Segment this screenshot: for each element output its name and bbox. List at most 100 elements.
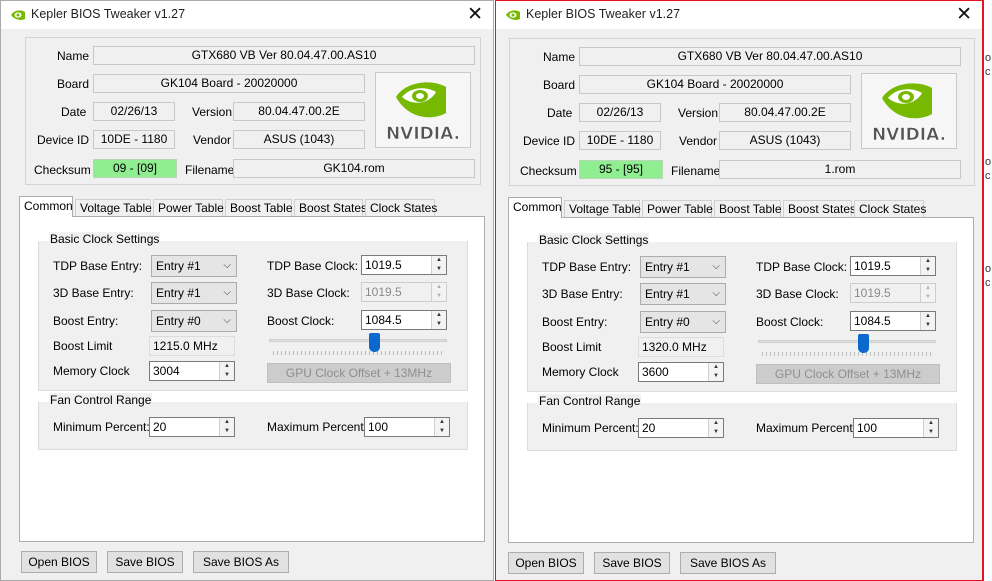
close-button[interactable]: ✕ [956,3,972,26]
3d-base-clock-input: 1019.5 ▲ ▼ [850,283,936,303]
save-bios-button[interactable]: Save BIOS [594,552,670,574]
spin-buttons[interactable]: ▲ ▼ [920,312,935,330]
tab-common[interactable]: Common [19,196,73,217]
down-arrow-icon[interactable]: ▼ [921,266,935,275]
spin-buttons[interactable]: ▲ ▼ [431,311,446,329]
input-value: 1019.5 [365,258,402,272]
memory-clock-input[interactable]: 3004 ▲ ▼ [149,361,235,381]
up-arrow-icon[interactable]: ▲ [709,363,723,372]
save-bios-as-button[interactable]: Save BIOS As [680,552,776,574]
up-arrow-icon[interactable]: ▲ [432,256,446,265]
up-arrow-icon[interactable]: ▲ [220,418,234,427]
group-title: Basic Clock Settings [538,233,650,247]
spin-buttons[interactable]: ▲ ▼ [219,362,234,380]
down-arrow-icon[interactable]: ▼ [432,265,446,274]
checksum-label: Checksum [520,164,577,178]
spin-buttons[interactable]: ▲ ▼ [708,419,723,437]
up-arrow-icon[interactable]: ▲ [432,311,446,320]
down-arrow-icon[interactable]: ▼ [709,428,723,437]
memory-clock-label: Memory Clock [53,364,130,378]
memory-clock-input[interactable]: 3600 ▲ ▼ [638,362,724,382]
down-arrow-icon[interactable]: ▼ [435,427,449,436]
down-arrow-icon[interactable]: ▼ [921,321,935,330]
tdp-base-entry-label: TDP Base Entry: [542,260,632,274]
title-bar[interactable]: Kepler BIOS Tweaker v1.27 ✕ [496,1,982,29]
svg-text:NVIDIA.: NVIDIA. [386,124,460,144]
svg-text:NVIDIA.: NVIDIA. [872,125,946,145]
open-bios-button[interactable]: Open BIOS [508,552,584,574]
tdp-base-clock-label: TDP Base Clock: [267,259,359,273]
clock-offset-slider-track[interactable] [269,339,447,342]
version-label: Version [678,106,719,120]
version-field: 80.04.47.00.2E [719,103,851,122]
up-arrow-icon[interactable]: ▲ [921,257,935,266]
fan-control-group: Fan Control Range Minimum Percent: 20 ▲ ▼ … [38,393,468,450]
down-arrow-icon[interactable]: ▼ [709,372,723,381]
checksum-field: 09 - [09] [93,159,177,178]
spin-buttons[interactable]: ▲ ▼ [219,418,234,436]
clipped-text: o [985,52,992,64]
down-arrow-icon[interactable]: ▼ [924,428,938,437]
3d-base-entry-select[interactable]: Entry #1 ⌵ [640,283,726,305]
clock-offset-slider-ticks [762,352,932,356]
boost-entry-select[interactable]: Entry #0 ⌵ [640,311,726,333]
group-title: Fan Control Range [49,393,153,407]
up-arrow-icon[interactable]: ▲ [924,419,938,428]
save-bios-as-button[interactable]: Save BIOS As [193,551,289,573]
up-arrow-icon[interactable]: ▲ [921,312,935,321]
name-field: GTX680 VB Ver 80.04.47.00.AS10 [579,47,961,66]
vendor-field: ASUS (1043) [233,130,365,149]
down-arrow-icon[interactable]: ▼ [220,427,234,436]
tdp-base-entry-select[interactable]: Entry #1 ⌵ [151,255,237,277]
tab-clock-states[interactable]: Clock States [854,200,926,217]
minimum-percent-input[interactable]: 20 ▲ ▼ [149,417,235,437]
maximum-percent-input[interactable]: 100 ▲ ▼ [364,417,450,437]
clock-offset-slider-thumb[interactable] [858,334,870,353]
spin-buttons[interactable]: ▲ ▼ [708,363,723,381]
3d-base-clock-input: 1019.5 ▲ ▼ [361,282,447,302]
maximum-percent-input[interactable]: 100 ▲ ▼ [853,418,939,438]
tdp-base-clock-input[interactable]: 1019.5 ▲ ▼ [850,256,936,276]
down-arrow-icon[interactable]: ▼ [220,371,234,380]
boost-entry-select[interactable]: Entry #0 ⌵ [151,310,237,332]
tab-boost-table[interactable]: Boost Table [714,200,782,217]
tab-power-table[interactable]: Power Table [153,199,224,216]
minimum-percent-label: Minimum Percent: [53,420,150,434]
tab-common[interactable]: Common [508,197,562,218]
tab-clock-states[interactable]: Clock States [365,199,437,216]
open-bios-button[interactable]: Open BIOS [21,551,97,573]
title-bar[interactable]: Kepler BIOS Tweaker v1.27 ✕ [1,1,493,29]
input-value: 3600 [642,365,669,379]
boost-clock-input[interactable]: 1084.5 ▲ ▼ [850,311,936,331]
nvidia-eye-icon [505,8,521,25]
3d-base-entry-label: 3D Base Entry: [542,287,623,301]
filename-field: 1.rom [719,160,961,179]
input-value: 3004 [153,364,180,378]
clock-offset-slider-thumb[interactable] [369,333,381,352]
up-arrow-icon[interactable]: ▲ [435,418,449,427]
tab-power-table[interactable]: Power Table [642,200,713,217]
tab-boost-states[interactable]: Boost States [783,200,856,217]
tab-boost-states[interactable]: Boost States [294,199,367,216]
spin-buttons[interactable]: ▲ ▼ [434,418,449,436]
tdp-base-clock-input[interactable]: 1019.5 ▲ ▼ [361,255,447,275]
save-bios-button[interactable]: Save BIOS [107,551,183,573]
filename-field: GK104.rom [233,159,475,178]
spin-buttons[interactable]: ▲ ▼ [431,256,446,274]
tab-voltage-table[interactable]: Voltage Table [75,199,152,216]
vendor-label: Vendor [193,133,232,147]
tab-boost-table[interactable]: Boost Table [225,199,293,216]
down-arrow-icon[interactable]: ▼ [432,320,446,329]
3d-base-entry-select[interactable]: Entry #1 ⌵ [151,282,237,304]
tdp-base-entry-select[interactable]: Entry #1 ⌵ [640,256,726,278]
clock-offset-slider-track[interactable] [758,340,936,343]
spin-buttons[interactable]: ▲ ▼ [920,257,935,275]
filename-label: Filename [671,164,721,178]
up-arrow-icon[interactable]: ▲ [220,362,234,371]
spin-buttons[interactable]: ▲ ▼ [923,419,938,437]
close-button[interactable]: ✕ [467,3,483,26]
minimum-percent-input[interactable]: 20 ▲ ▼ [638,418,724,438]
boost-clock-input[interactable]: 1084.5 ▲ ▼ [361,310,447,330]
tab-voltage-table[interactable]: Voltage Table [564,200,641,217]
up-arrow-icon[interactable]: ▲ [709,419,723,428]
